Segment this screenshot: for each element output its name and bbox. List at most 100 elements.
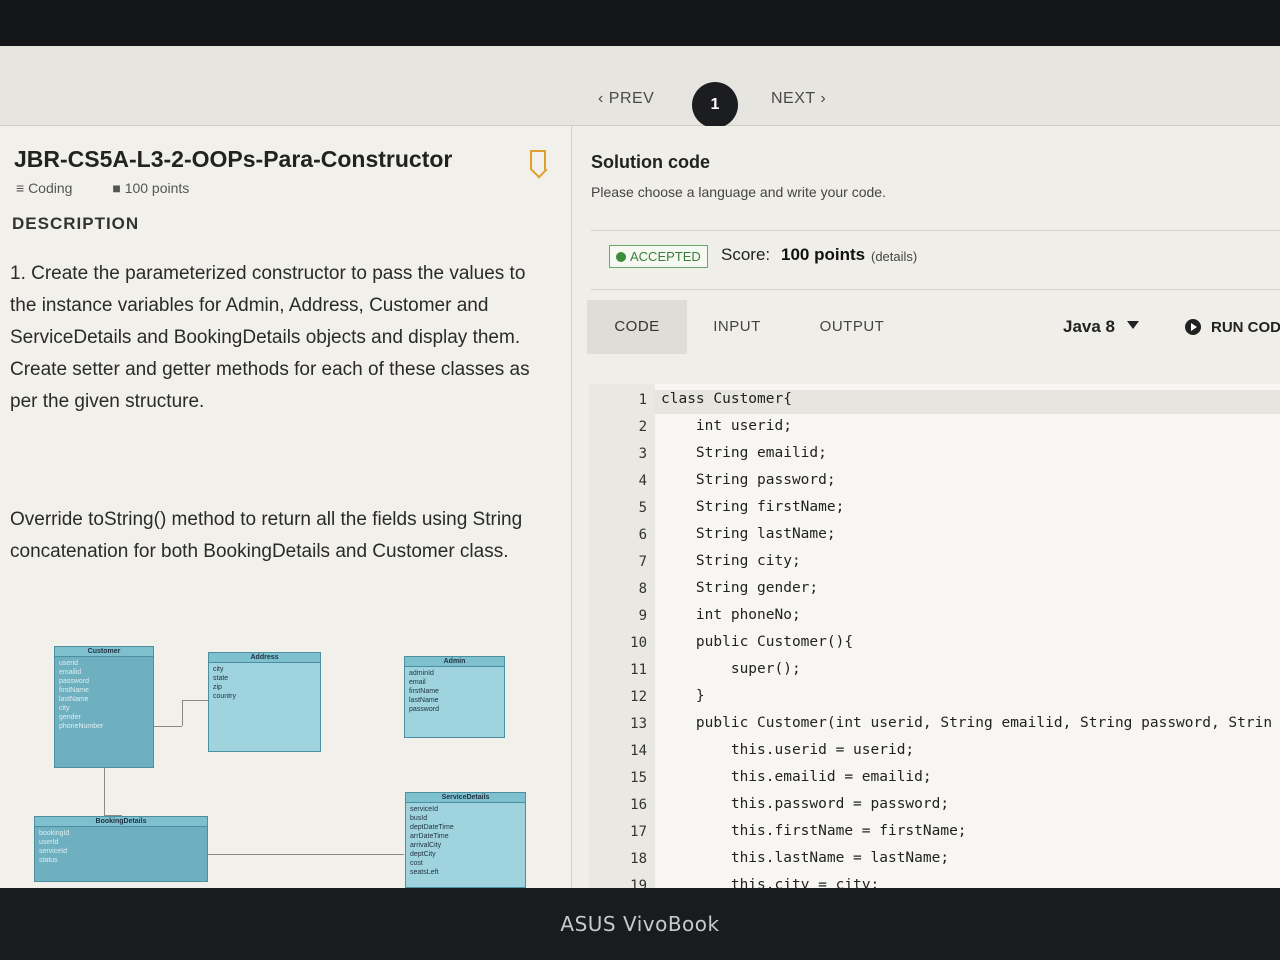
code-line: String gender;: [661, 580, 819, 596]
uml-admin-fields: adminId email firstName lastName password: [405, 667, 504, 716]
uml-field: phoneNumber: [59, 723, 104, 730]
uml-admin: Admin adminId email firstName lastName passw…: [404, 656, 505, 738]
score-bar: ACCEPTED Score: 100 points (details): [591, 230, 1280, 290]
editor-tabs: CODE INPUT OUTPUT Java 8 RUN CODE: [587, 300, 1280, 354]
coding-label: Coding: [28, 180, 73, 196]
line-number: 14: [630, 743, 647, 759]
line-number: 3: [638, 446, 647, 462]
solution-panel: Solution code Please choose a language a…: [573, 126, 1280, 888]
score-details-link[interactable]: (details): [871, 249, 917, 264]
uml-field: gender: [59, 714, 81, 721]
code-line: int phoneNo;: [661, 607, 801, 623]
score-label: Score:: [721, 245, 771, 264]
uml-field: status: [39, 857, 58, 864]
code-line: super();: [661, 661, 801, 677]
code-line: String emailid;: [661, 445, 827, 461]
code-line: this.lastName = lastName;: [661, 850, 950, 866]
next-button[interactable]: NEXT ›: [771, 90, 826, 108]
description-paragraph-2: Override toString() method to return all…: [10, 509, 523, 562]
uml-address-title: Address: [209, 653, 320, 663]
accepted-badge: ACCEPTED: [609, 245, 708, 268]
bookmark-icon[interactable]: [530, 150, 546, 170]
uml-booking-title: BookingDetails: [35, 817, 207, 827]
line-number: 10: [630, 635, 647, 651]
line-gutter: 1 2 3 4 5 6 7 8 9 10 11 12 13 14 15 16 17 18 19: [589, 384, 655, 888]
uml-field: deptDateTime: [410, 824, 454, 831]
uml-customer: Customer userid emailid password firstName l…: [54, 646, 154, 768]
check-circle-icon: [616, 252, 626, 262]
code-line: }: [661, 688, 705, 704]
points-tag: ■ 100 points: [112, 180, 190, 196]
code-line: String password;: [661, 472, 836, 488]
page-number-badge[interactable]: 1: [692, 82, 738, 128]
uml-field: lastName: [409, 697, 439, 704]
code-line: public Customer(int userid, String email…: [661, 715, 1273, 731]
uml-customer-title: Customer: [55, 647, 153, 657]
question-nav: ‹ PREV 1 NEXT ›: [0, 46, 1280, 128]
uml-booking-details: BookingDetails bookingId userId serviceId s…: [34, 816, 208, 882]
uml-field: city: [59, 705, 70, 712]
code-line: this.userid = userid;: [661, 742, 915, 758]
uml-customer-fields: userid emailid password firstName lastName ci…: [55, 657, 153, 733]
code-line: int userid;: [661, 418, 792, 434]
screen: ‹ PREV 1 NEXT › JBR-CS5A-L3-2-OOPs-Para-…: [0, 46, 1280, 888]
line-number: 9: [638, 608, 647, 624]
line-number: 7: [638, 554, 647, 570]
line-number: 19: [630, 878, 647, 888]
language-select[interactable]: Java 8: [1063, 317, 1139, 337]
code-editor[interactable]: 1 2 3 4 5 6 7 8 9 10 11 12 13 14 15 16 17 18 19 class Cust…: [589, 384, 1280, 888]
uml-field: userid: [59, 660, 79, 667]
uml-connector: [154, 726, 182, 750]
uml-field: serviceId: [39, 848, 68, 855]
tab-output[interactable]: OUTPUT: [807, 300, 897, 354]
code-line: String lastName;: [661, 526, 836, 542]
laptop-brand-logo: ASUS VivoBook: [560, 912, 720, 936]
tab-code[interactable]: CODE: [587, 300, 687, 354]
line-number: 17: [630, 824, 647, 840]
uml-field: deptCity: [410, 851, 436, 858]
uml-field: password: [59, 678, 89, 685]
uml-field: state: [213, 675, 229, 682]
line-number: 2: [638, 419, 647, 435]
uml-field: userId: [39, 839, 59, 846]
uml-field: firstName: [59, 687, 89, 694]
coding-tag: ≡ Coding: [16, 180, 73, 196]
line-number: 12: [630, 689, 647, 705]
line-number: 16: [630, 797, 647, 813]
next-label: NEXT: [771, 90, 816, 107]
line-number: 5: [638, 500, 647, 516]
line-number: 13: [630, 716, 647, 732]
code-line: class Customer{: [661, 391, 792, 407]
description-paragraph-1: 1. Create the parameterized constructor …: [10, 263, 530, 412]
points-label: 100 points: [124, 180, 190, 196]
uml-service-details: ServiceDetails serviceId busId deptDateTim…: [405, 792, 526, 888]
tab-input[interactable]: INPUT: [697, 300, 777, 354]
score-value: 100 points: [781, 245, 866, 264]
code-line: this.firstName = firstName;: [661, 823, 967, 839]
line-number: 8: [638, 581, 647, 597]
code-line: public Customer(){: [661, 634, 854, 650]
uml-field: city: [213, 666, 224, 673]
uml-service-fields: serviceId busId deptDateTime arrDateTime arr…: [406, 803, 525, 879]
uml-field: serviceId: [410, 806, 439, 813]
play-icon: [1185, 319, 1201, 335]
line-number: 6: [638, 527, 647, 543]
uml-field: password: [409, 706, 439, 713]
uml-field: adminId: [409, 670, 434, 677]
run-code-button[interactable]: RUN CODE: [1185, 319, 1280, 336]
code-line: String city;: [661, 553, 801, 569]
uml-connector: [208, 854, 404, 856]
problem-title: JBR-CS5A-L3-2-OOPs-Para-Constructor: [14, 146, 453, 172]
uml-field: country: [213, 693, 236, 700]
uml-service-title: ServiceDetails: [406, 793, 525, 803]
line-number: 1: [638, 392, 647, 408]
uml-field: zip: [213, 684, 222, 691]
uml-field: lastName: [59, 696, 89, 703]
line-number: 18: [630, 851, 647, 867]
problem-panel: JBR-CS5A-L3-2-OOPs-Para-Constructor ≡ Co…: [0, 126, 572, 888]
uml-field: firstName: [409, 688, 439, 695]
uml-field: email: [409, 679, 426, 686]
description-heading: DESCRIPTION: [12, 214, 140, 233]
prev-button[interactable]: ‹ PREV: [598, 90, 654, 108]
uml-field: bookingId: [39, 830, 70, 837]
